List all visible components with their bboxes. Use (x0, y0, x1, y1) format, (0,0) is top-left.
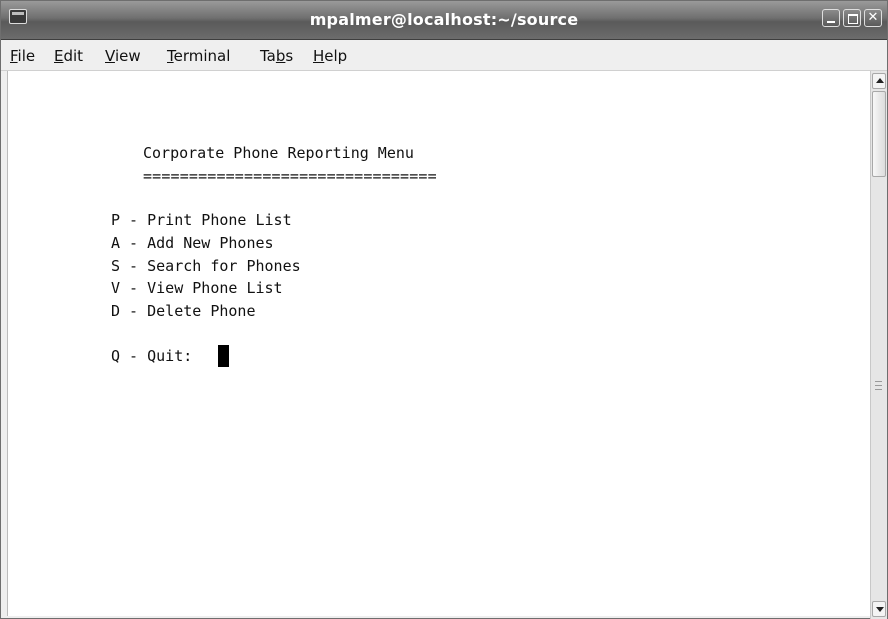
menu-tabs-label-start: Ta (260, 47, 276, 65)
menu-edit[interactable]: Edit (54, 46, 83, 66)
option-search: S - Search for Phones (111, 257, 301, 275)
scrollbar-thumb[interactable] (872, 91, 886, 177)
menu-tabs-accel: b (275, 47, 286, 65)
menu-title: Corporate Phone Reporting Menu (143, 144, 414, 162)
vertical-scrollbar[interactable] (870, 71, 887, 619)
minimize-button[interactable] (822, 9, 840, 27)
terminal-output[interactable]: Corporate Phone Reporting Menu =========… (7, 71, 870, 616)
terminal-window: mpalmer@localhost:~/source ✕ File Edit V… (0, 0, 888, 619)
option-add: A - Add New Phones (111, 234, 274, 252)
scroll-down-arrow-icon[interactable] (872, 601, 886, 617)
menu-file[interactable]: File (10, 46, 35, 66)
window-title: mpalmer@localhost:~/source (309, 10, 579, 29)
menu-file-label: ile (17, 47, 36, 65)
menu-terminal-accel: T (167, 47, 174, 65)
menu-view-label: iew (114, 47, 141, 65)
text-cursor (218, 345, 229, 367)
menu-bar: File Edit View Terminal Tabs Help (1, 40, 887, 71)
menu-file-accel: F (10, 47, 18, 65)
menu-help-label: elp (324, 47, 348, 65)
menu-edit-label: dit (63, 47, 84, 65)
menu-terminal[interactable]: Terminal (167, 46, 230, 66)
menu-terminal-label: erminal (173, 47, 231, 65)
quit-prompt: Q - Quit: (111, 347, 202, 365)
menu-tabs[interactable]: Tabs (260, 46, 293, 66)
menu-help[interactable]: Help (313, 46, 347, 66)
menu-help-accel: H (313, 47, 325, 65)
close-button[interactable]: ✕ (864, 9, 882, 27)
option-delete: D - Delete Phone (111, 302, 256, 320)
maximize-button[interactable] (843, 9, 861, 27)
menu-tabs-label-end: s (285, 47, 294, 65)
scroll-up-arrow-icon[interactable] (872, 73, 886, 89)
menu-view[interactable]: View (105, 46, 141, 66)
scrollbar-grip-icon (875, 381, 882, 390)
title-bar[interactable]: mpalmer@localhost:~/source ✕ (1, 1, 887, 40)
menu-title-underline: ================================ (143, 167, 437, 185)
menu-view-accel: V (105, 47, 115, 65)
option-view: V - View Phone List (111, 279, 283, 297)
option-print: P - Print Phone List (111, 211, 292, 229)
